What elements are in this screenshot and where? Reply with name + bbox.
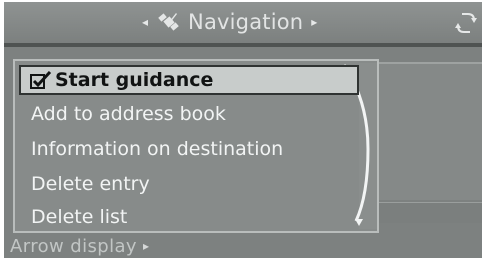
menu-item-label: Add to address book xyxy=(31,103,226,125)
header-separator xyxy=(4,43,482,47)
background-row xyxy=(379,202,482,223)
menu-item-delete-list[interactable]: Delete list xyxy=(21,201,359,233)
menu-item-label: Delete entry xyxy=(31,173,150,195)
menu-item-label: Start guidance xyxy=(55,69,214,91)
menu-item-label: Delete list xyxy=(31,206,128,228)
cycle-arrows-icon[interactable] xyxy=(454,8,478,38)
menu-item-label: Information on destination xyxy=(31,138,284,160)
background-panel xyxy=(379,62,482,200)
footer-label: Arrow display xyxy=(10,235,137,257)
navigation-screen: ◂ Navigation ▸ Start guidance Add to add… xyxy=(4,2,482,258)
menu-item-information-on-destination[interactable]: Information on destination xyxy=(21,133,359,165)
options-menu: Start guidance Add to address book Infor… xyxy=(13,59,379,233)
menu-item-start-guidance[interactable]: Start guidance xyxy=(19,65,359,95)
header-title: Navigation xyxy=(188,10,304,34)
header-title-group[interactable]: ◂ Navigation ▸ xyxy=(142,9,317,35)
footer-right-arrow-icon: ▸ xyxy=(142,239,150,253)
header-bar: ◂ Navigation ▸ xyxy=(4,2,482,43)
check-icon xyxy=(30,71,52,89)
header-right-arrow-icon[interactable]: ▸ xyxy=(311,16,317,28)
satellite-icon xyxy=(158,13,179,31)
menu-item-add-to-address-book[interactable]: Add to address book xyxy=(21,98,359,130)
menu-item-delete-entry[interactable]: Delete entry xyxy=(21,168,359,200)
footer-arrow-display[interactable]: Arrow display ▸ xyxy=(10,235,149,257)
header-left-arrow-icon[interactable]: ◂ xyxy=(142,16,148,28)
